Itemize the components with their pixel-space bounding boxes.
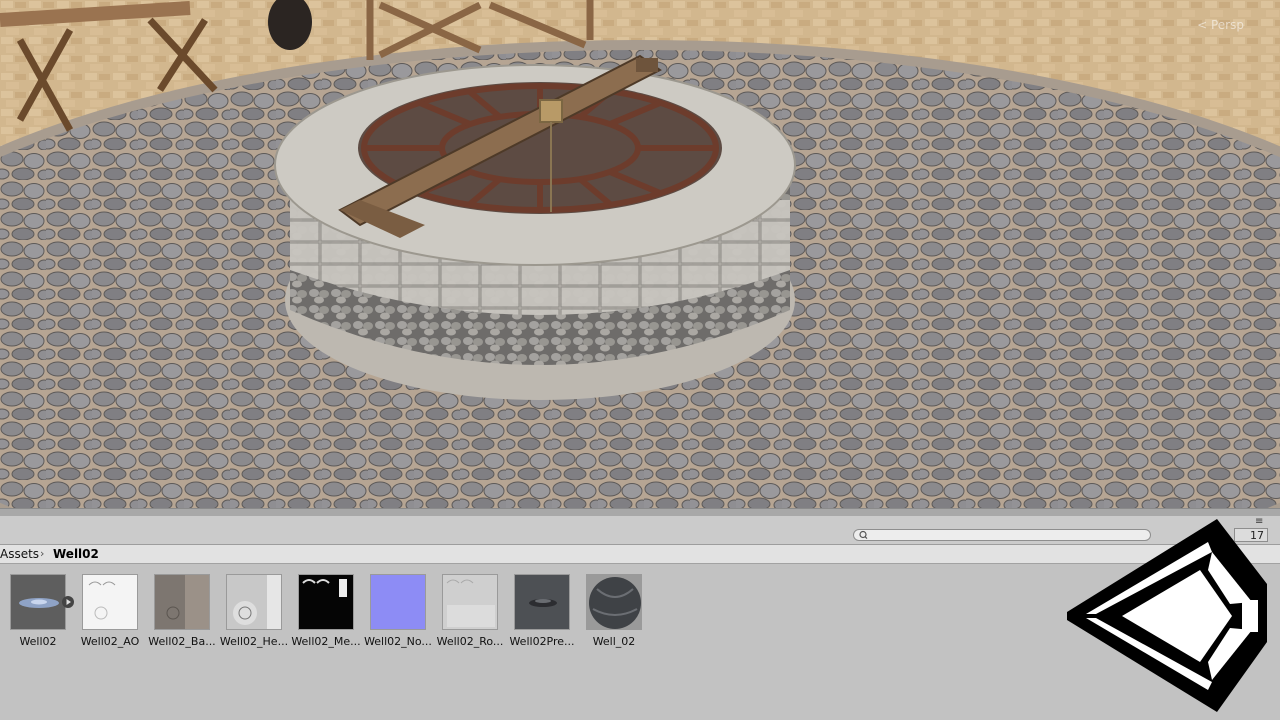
metal-texture-thumbnail [298,574,354,630]
rough-texture-thumbnail [442,574,498,630]
asset-label: Well_02 [592,635,636,648]
perspective-label[interactable]: < Persp [1197,18,1244,32]
asset-label: Well02_He... [219,635,289,648]
scene-view[interactable]: < Persp [0,0,1280,508]
ao-texture-thumbnail [82,574,138,630]
well-scene-render [0,0,1280,508]
search-icon [859,530,868,540]
unity-logo [1067,519,1267,712]
asset-label: Well02_No... [364,635,432,648]
material-sphere-thumbnail [586,574,642,630]
asset-label: Well02Pre... [509,635,575,648]
mesh-prefab-thumbnail [10,574,66,630]
height-texture-thumbnail [226,574,282,630]
breadcrumb-separator: › [40,547,45,560]
base-texture-thumbnail [154,574,210,630]
breadcrumb-current-folder[interactable]: Well02 [53,545,99,563]
asset-label: Well02 [19,635,57,648]
normal-texture-thumbnail [370,574,426,630]
prefab-thumbnail [514,574,570,630]
breadcrumb-assets[interactable]: Assets [0,545,39,563]
expand-arrow-icon[interactable] [62,596,74,608]
asset-label: Well02_Ba... [148,635,216,648]
asset-label: Well02_Me... [291,635,361,648]
asset-label: Well02_AO [80,635,140,648]
asset-label: Well02_Ro... [436,635,504,648]
